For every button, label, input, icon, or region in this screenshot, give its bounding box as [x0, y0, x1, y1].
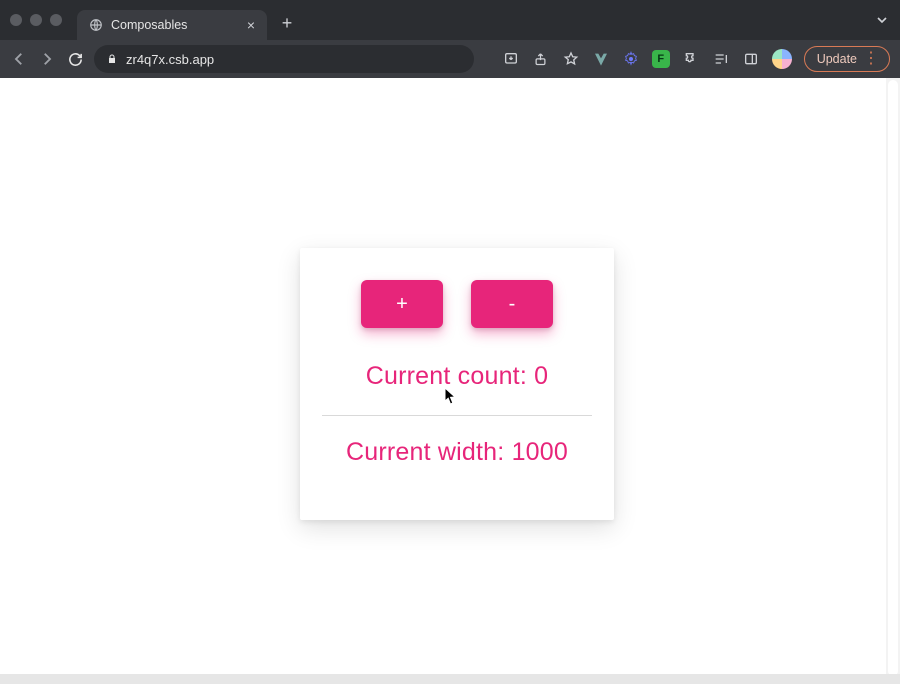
- traffic-minimize[interactable]: [30, 14, 42, 26]
- update-button[interactable]: Update ⋮: [804, 46, 890, 72]
- share-icon[interactable]: [532, 50, 550, 68]
- count-label: Current count:: [366, 362, 534, 390]
- profile-avatar[interactable]: [772, 49, 792, 69]
- extension-gear-icon[interactable]: [622, 50, 640, 68]
- extension-vue-icon[interactable]: [592, 50, 610, 68]
- side-panel-icon[interactable]: [742, 50, 760, 68]
- tab-title: Composables: [111, 18, 187, 32]
- address-bar[interactable]: zr4q7x.csb.app: [94, 45, 474, 73]
- browser-toolbar: zr4q7x.csb.app F Update ⋮: [0, 40, 900, 78]
- page-viewport: + - Current count: 0 Current width: 1000: [0, 78, 900, 684]
- kebab-menu-icon[interactable]: ⋮: [863, 51, 879, 67]
- divider: [322, 415, 592, 416]
- lock-icon: [106, 53, 118, 65]
- toolbar-actions: F Update ⋮: [502, 46, 890, 72]
- traffic-close[interactable]: [10, 14, 22, 26]
- page-body: + - Current count: 0 Current width: 1000: [0, 78, 886, 674]
- width-label: Current width:: [346, 438, 512, 466]
- browser-tab[interactable]: Composables ×: [77, 10, 267, 40]
- traffic-lights: [10, 14, 62, 26]
- url-text: zr4q7x.csb.app: [126, 52, 214, 67]
- button-row: + -: [361, 280, 553, 328]
- update-label: Update: [817, 52, 857, 66]
- extensions-puzzle-icon[interactable]: [682, 50, 700, 68]
- new-tab-button[interactable]: +: [274, 10, 300, 36]
- count-value: 0: [534, 362, 548, 390]
- install-app-icon[interactable]: [502, 50, 520, 68]
- traffic-zoom[interactable]: [50, 14, 62, 26]
- width-value: 1000: [512, 438, 568, 466]
- bookmark-star-icon[interactable]: [562, 50, 580, 68]
- width-display: Current width: 1000: [346, 438, 568, 467]
- counter-card: + - Current count: 0 Current width: 1000: [300, 248, 614, 520]
- reading-list-icon[interactable]: [712, 50, 730, 68]
- count-display: Current count: 0: [366, 362, 548, 391]
- window-bottom-edge: [0, 674, 900, 684]
- tabs-menu-button[interactable]: [874, 12, 890, 28]
- increment-button[interactable]: +: [361, 280, 443, 328]
- reload-button[interactable]: [66, 50, 84, 68]
- extension-f-icon[interactable]: F: [652, 50, 670, 68]
- scrollbar-thumb[interactable]: [888, 80, 898, 676]
- globe-icon: [89, 18, 103, 32]
- decrement-button[interactable]: -: [471, 280, 553, 328]
- back-button[interactable]: [10, 50, 28, 68]
- close-icon[interactable]: ×: [247, 18, 255, 32]
- vertical-scrollbar[interactable]: [886, 78, 900, 674]
- forward-button[interactable]: [38, 50, 56, 68]
- window-titlebar: Composables × +: [0, 0, 900, 40]
